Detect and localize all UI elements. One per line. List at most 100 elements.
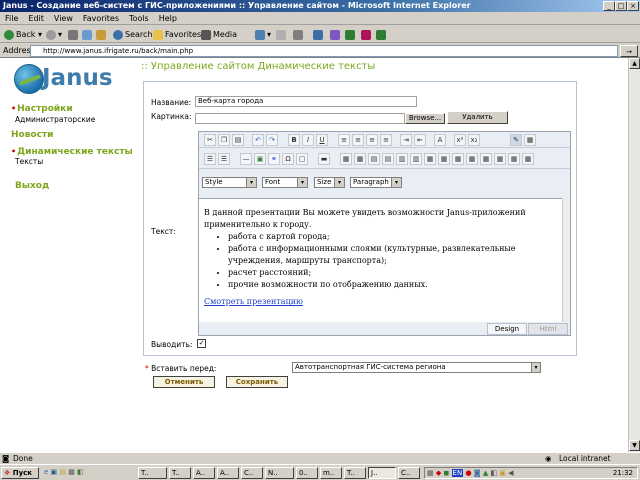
hr-line-icon[interactable]: ▬ [318, 153, 330, 165]
delete-row-icon[interactable]: ▤ [382, 153, 394, 165]
insert-row-icon[interactable]: ▤ [368, 153, 380, 165]
home-button[interactable] [96, 28, 108, 41]
tray-icon[interactable]: ● [465, 469, 471, 477]
stop-button[interactable] [68, 28, 80, 41]
scroll-down-icon[interactable]: ▼ [629, 440, 640, 451]
menu-view[interactable]: View [49, 12, 78, 25]
tray-icon[interactable]: ◼ [443, 469, 449, 477]
horizontal-rule-icon[interactable]: — [240, 153, 252, 165]
menu-tools[interactable]: Tools [124, 12, 154, 25]
ie-icon[interactable]: e [44, 468, 48, 476]
tray-icon[interactable]: ◧ [490, 469, 497, 477]
superscript-icon[interactable]: x² [454, 134, 466, 146]
back-button[interactable]: Back ▾ [4, 28, 42, 41]
start-button[interactable]: ❖ Пуск [1, 467, 39, 479]
insert-before-select[interactable]: Автотранспортная ГИС-система региона ▾ [292, 362, 541, 373]
indent-icon[interactable]: ⇥ [400, 134, 412, 146]
browse-button[interactable]: Browse... [405, 113, 445, 124]
task-button[interactable]: C.. [241, 467, 263, 479]
row-props-icon[interactable]: ▦ [466, 153, 478, 165]
task-button[interactable]: T.. [138, 467, 167, 479]
tray-icon[interactable]: ▦ [427, 469, 434, 477]
image-icon[interactable]: ▣ [254, 153, 266, 165]
editor-scrollbar[interactable] [562, 198, 570, 322]
redo-icon[interactable]: ↷ [266, 134, 278, 146]
task-button[interactable]: A.. [193, 467, 215, 479]
tray-icon[interactable]: ▣ [499, 469, 506, 477]
task-button[interactable]: m.. [320, 467, 342, 479]
image-file-field[interactable] [195, 113, 405, 124]
insert-table-icon[interactable]: ▦ [340, 153, 352, 165]
app-icon[interactable]: ▦ [68, 468, 75, 476]
cell-delete-icon[interactable]: ▦ [494, 153, 506, 165]
merge-cells-icon[interactable]: ▦ [424, 153, 436, 165]
design-tab[interactable]: Design [487, 323, 527, 335]
task-button-active[interactable]: J.. [368, 467, 396, 479]
bullet-list-icon[interactable]: ☰ [218, 153, 230, 165]
scroll-up-icon[interactable]: ▲ [629, 58, 640, 69]
html-tab[interactable]: Html [528, 323, 568, 335]
format-select[interactable]: Paragraph [350, 177, 402, 188]
tray-icon[interactable]: ▲ [483, 469, 488, 477]
mail-button[interactable] [276, 28, 288, 41]
undo-icon[interactable]: ↶ [252, 134, 264, 146]
messenger-button[interactable] [345, 28, 357, 41]
print-button[interactable] [293, 28, 305, 41]
style-select[interactable]: Style [202, 177, 257, 188]
forward-button[interactable]: ▾ [46, 28, 62, 41]
task-button[interactable]: 0.. [296, 467, 318, 479]
source-toggle-icon[interactable]: ✎ [510, 134, 522, 146]
maximize-button[interactable]: □ [615, 1, 627, 11]
outdent-icon[interactable]: ⇤ [414, 134, 426, 146]
menu-edit[interactable]: Edit [23, 12, 49, 25]
editor-content[interactable]: В данной презентации Вы можете увидеть в… [199, 198, 570, 322]
desktop-icon[interactable]: ▣ [51, 468, 58, 476]
language-indicator[interactable]: EN [451, 469, 464, 477]
task-button[interactable]: N.. [265, 467, 294, 479]
nav-logout[interactable]: Выход [15, 181, 49, 191]
go-button[interactable]: → [620, 45, 638, 57]
volume-icon[interactable]: ◀ [508, 469, 513, 477]
tray-icon[interactable]: ◙ [474, 469, 481, 477]
favorites-button[interactable]: Favorites [153, 28, 201, 41]
task-button[interactable]: T.. [344, 467, 366, 479]
size-select[interactable]: Size [314, 177, 345, 188]
cancel-button[interactable]: Отменить [153, 376, 215, 388]
task-button[interactable]: T.. [169, 467, 191, 479]
cut-icon[interactable]: ✂ [204, 134, 216, 146]
text-color-icon[interactable]: A [434, 134, 446, 146]
insert-column-icon[interactable]: ▥ [396, 153, 408, 165]
close-button[interactable]: × [627, 1, 639, 11]
task-button[interactable]: C.. [398, 467, 420, 479]
nav-dynamic-texts-sub[interactable]: Тексты [15, 157, 43, 166]
menu-favorites[interactable]: Favorites [78, 12, 124, 25]
align-left-icon[interactable]: ≡ [338, 134, 350, 146]
table-props-icon[interactable]: ▦ [354, 153, 366, 165]
page-scrollbar[interactable]: ▲ ▼ [628, 58, 640, 452]
edit-page-button[interactable] [313, 28, 325, 41]
media-insert-icon[interactable]: ▢ [296, 153, 308, 165]
nav-dynamic-texts[interactable]: •Динамические тексты [11, 147, 133, 157]
align-justify-icon[interactable]: ≡ [380, 134, 392, 146]
italic-icon[interactable]: I [302, 134, 314, 146]
link-icon[interactable]: ⚭ [268, 153, 280, 165]
font-select[interactable]: Font [262, 177, 308, 188]
delete-image-button[interactable]: Удалить [447, 111, 508, 124]
research-button[interactable] [376, 28, 388, 41]
tray-icon[interactable]: ◆ [436, 469, 441, 477]
discuss-button[interactable] [330, 28, 342, 41]
save-button[interactable]: Сохранить [226, 376, 288, 388]
table-more-icon[interactable]: ▦ [508, 153, 520, 165]
task-button[interactable]: A.. [217, 467, 239, 479]
bold-icon[interactable]: B [288, 134, 300, 146]
copy-icon[interactable]: ❐ [218, 134, 230, 146]
name-field[interactable]: Веб-карта города [195, 96, 417, 107]
nav-news[interactable]: Новости [11, 130, 53, 140]
show-checkbox[interactable]: ✓ [197, 339, 206, 348]
address-input[interactable]: http://www.janus.ifrigate.ru/back/main.p… [30, 45, 618, 57]
refresh-button[interactable] [82, 28, 94, 41]
nav-settings-sub[interactable]: Администраторские [15, 115, 95, 124]
presentation-link[interactable]: Смотреть презентацию [204, 297, 303, 306]
nav-settings[interactable]: •Настройки [11, 104, 73, 114]
cell-insert-icon[interactable]: ▦ [480, 153, 492, 165]
